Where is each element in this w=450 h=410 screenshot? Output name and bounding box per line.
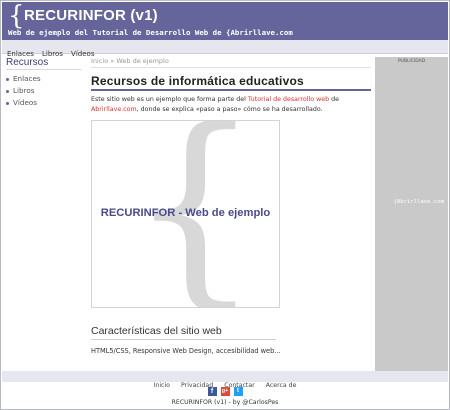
site-header: { RECURINFOR (v1) Web de ejemplo del Tut… (2, 2, 448, 40)
tutorial-link[interactable]: Tutorial de desarrollo web (248, 96, 329, 103)
site-subtitle: Web de ejemplo del Tutorial de Desarroll… (8, 28, 293, 37)
ad-sidebar[interactable]: PUBLICIDAD {Abrirllave.com (375, 57, 448, 371)
page-title: Recursos de informática educativos (91, 74, 304, 88)
intro-paragraph: Este sitio web es un ejemplo que forma p… (91, 95, 371, 115)
top-nav: Enlaces Libros Vídeos (2, 40, 448, 58)
ad-label: PUBLICIDAD (397, 59, 426, 64)
sidebar-item-label[interactable]: Vídeos (13, 98, 37, 107)
section-divider (91, 339, 276, 340)
abrirllave-link[interactable]: Abrirllave.com (91, 106, 137, 113)
bullet-icon (6, 101, 9, 105)
footer-nav: Inicio Privacidad Contactar Acerca de (2, 371, 448, 389)
intro-text-3: , donde se explica «paso a paso» cómo se… (136, 106, 323, 113)
main-content: Inicio » Web de ejemplo Recursos de info… (91, 57, 371, 355)
intro-text-1: Este sitio web es un ejemplo que forma p… (91, 96, 248, 103)
sidebar-list: Enlaces Libros Vídeos (6, 73, 81, 109)
bullet-icon (6, 89, 9, 93)
page-frame: { RECURINFOR (v1) Web de ejemplo del Tut… (0, 0, 450, 410)
section-title: Características del sitio web (91, 325, 222, 337)
facebook-icon[interactable]: f (207, 387, 217, 396)
logo-brace-icon: { (8, 1, 25, 31)
bullet-icon (6, 77, 9, 81)
breadcrumb: Inicio » Web de ejemplo (91, 57, 371, 68)
hero-caption: RECURINFOR - Web de ejemplo (100, 207, 271, 219)
abrirllave-logo: {Abrirllave.com (393, 199, 444, 205)
sidebar-item-label[interactable]: Enlaces (13, 74, 41, 83)
site-title[interactable]: RECURINFOR (v1) (24, 7, 158, 24)
sidebar-title: Recursos (6, 57, 81, 70)
sidebar-item-enlaces[interactable]: Enlaces (6, 73, 81, 85)
sidebar-item-libros[interactable]: Libros (6, 85, 81, 97)
sidebar-item-videos[interactable]: Vídeos (6, 97, 81, 109)
section-text: HTML5/CSS, Responsive Web Design, accesi… (91, 347, 281, 355)
twitter-icon[interactable]: t (233, 387, 243, 396)
google-plus-icon[interactable]: g+ (220, 387, 230, 396)
breadcrumb-separator: » (110, 57, 115, 65)
hero-image: { RECURINFOR - Web de ejemplo (91, 120, 280, 308)
title-divider (91, 89, 371, 91)
sidebar: Recursos Enlaces Libros Vídeos (6, 57, 81, 109)
breadcrumb-home[interactable]: Inicio (91, 57, 108, 65)
footer-credit: RECURINFOR (v1) - by @CarlosPes (171, 399, 279, 406)
intro-text-2: de (329, 96, 339, 103)
breadcrumb-current: Web de ejemplo (116, 57, 169, 65)
sidebar-item-label[interactable]: Libros (13, 86, 35, 95)
